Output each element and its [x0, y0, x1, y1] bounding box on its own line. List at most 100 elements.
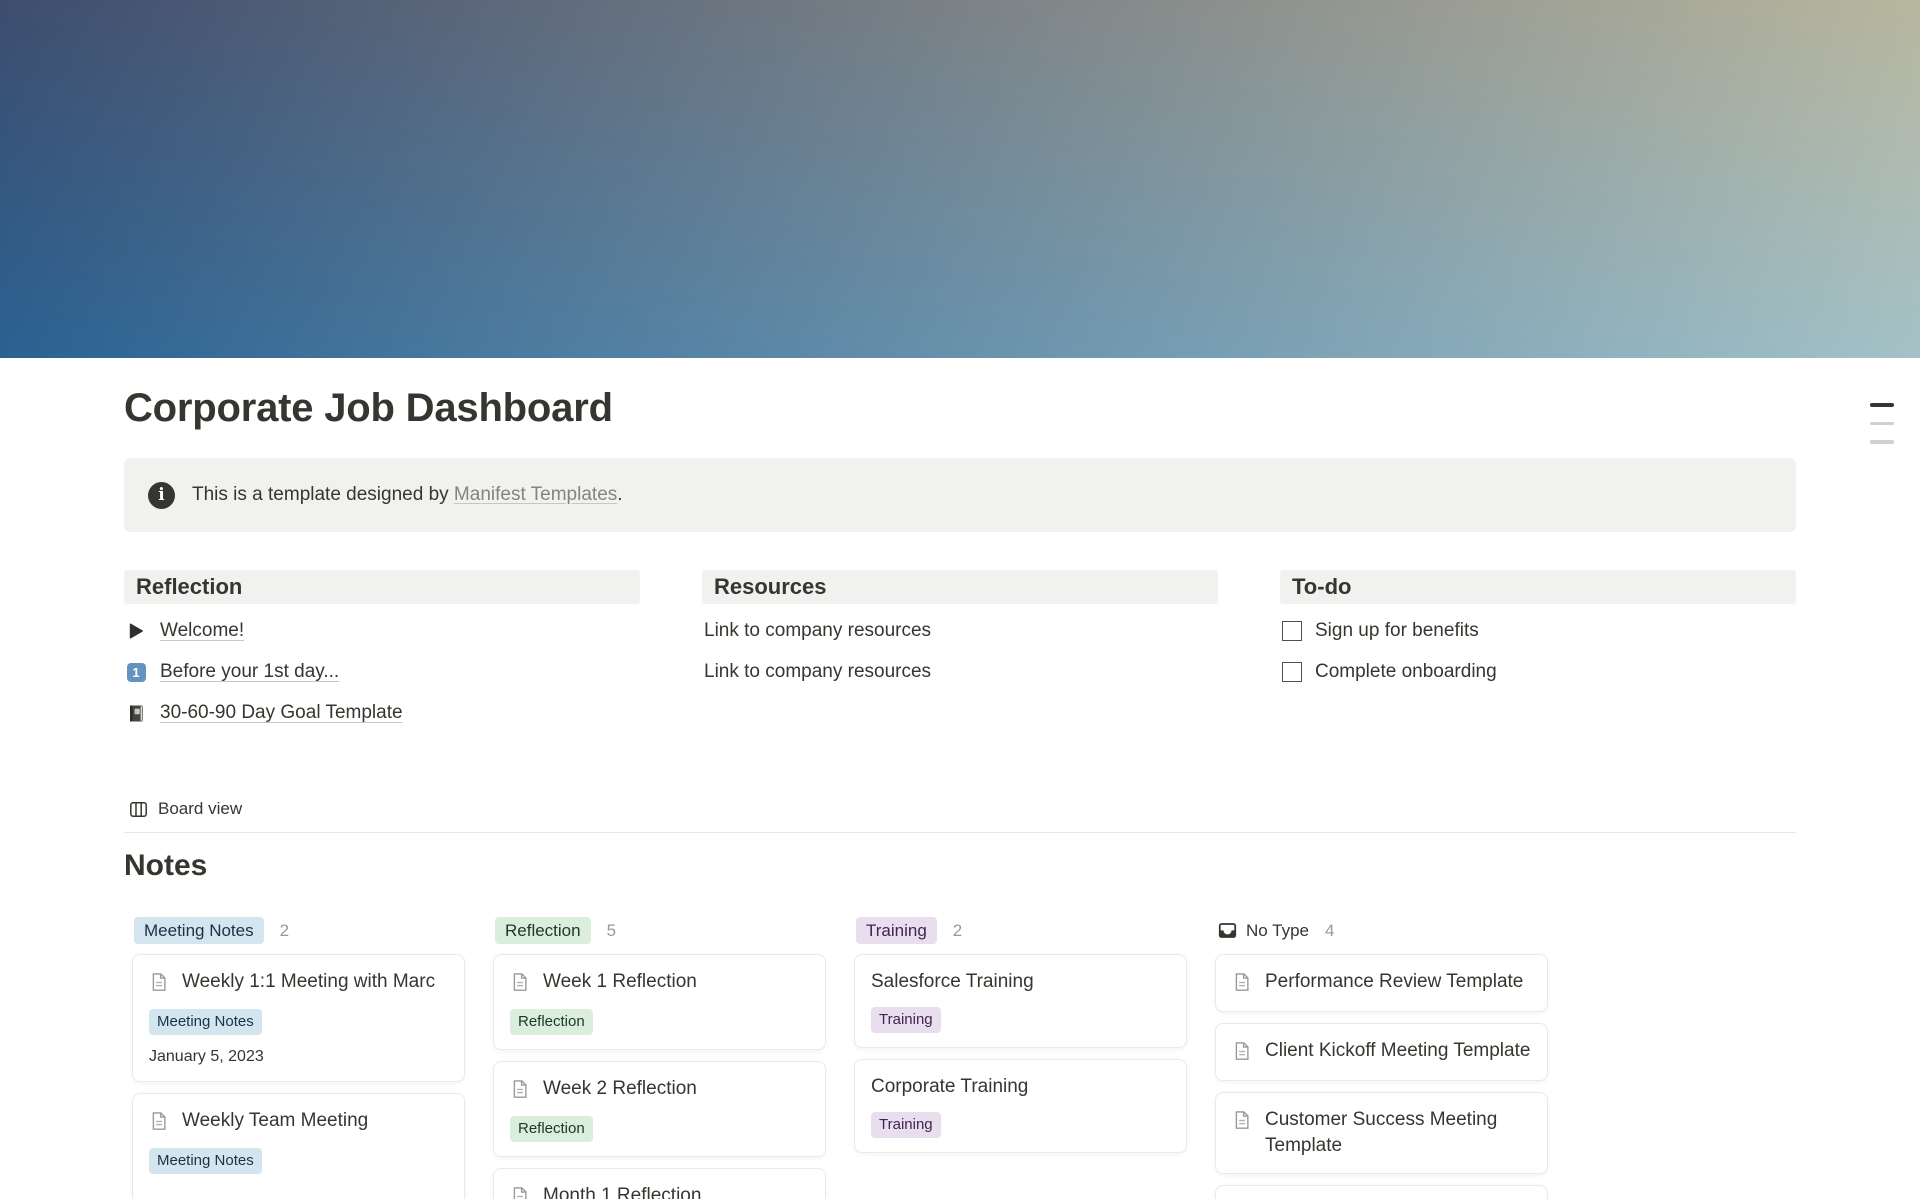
group-badge: Training: [856, 917, 937, 944]
card-tag: Training: [871, 1007, 941, 1033]
group-badge: Reflection: [495, 917, 591, 944]
group-header: No Type 4: [1215, 917, 1548, 944]
card-tag: Reflection: [510, 1116, 593, 1142]
callout-text-before: This is a template designed by: [192, 484, 454, 505]
info-icon: i: [148, 482, 175, 509]
group-reflection: Reflection 5 Week 1 Reflection Refl: [493, 917, 826, 1199]
card-title: Customer Success Meeting Template: [1265, 1107, 1531, 1159]
card-corporate-training[interactable]: Corporate Training Training: [854, 1059, 1187, 1153]
page-icon: [510, 972, 530, 997]
template-callout: i This is a template designed by Manifes…: [124, 458, 1796, 532]
page-link-row[interactable]: Welcome!: [126, 618, 640, 644]
toc-line[interactable]: [1870, 422, 1894, 426]
section-divider: [124, 832, 1796, 833]
checkbox-unchecked[interactable]: [1282, 621, 1302, 641]
card-tag: Meeting Notes: [149, 1148, 262, 1174]
table-of-contents[interactable]: [1870, 403, 1894, 444]
group-header: Training 2: [854, 917, 1187, 944]
notes-heading: Notes: [124, 847, 1796, 885]
card-stack: Salesforce Training Training Corporate T…: [854, 954, 1187, 1153]
group-count: 4: [1325, 921, 1334, 941]
group-badge: Meeting Notes: [134, 917, 264, 944]
card-title: Month 1 Reflection: [543, 1183, 701, 1199]
group-training: Training 2 Salesforce Training Training …: [854, 917, 1187, 1153]
page-icon: [510, 1186, 530, 1199]
group-meeting-notes: Meeting Notes 2 Weekly 1:1 Meeting with …: [132, 917, 465, 1199]
card-weekly-team-meeting[interactable]: Weekly Team Meeting Meeting Notes: [132, 1093, 465, 1199]
page-link[interactable]: Welcome!: [160, 620, 244, 642]
card-week-1-reflection[interactable]: Week 1 Reflection Reflection: [493, 954, 826, 1050]
card-stack: Week 1 Reflection Reflection Week 2 Refl…: [493, 954, 826, 1199]
card-salesforce-training[interactable]: Salesforce Training Training: [854, 954, 1187, 1048]
card-title: Performance Review Template: [1265, 969, 1523, 995]
group-header: Reflection 5: [493, 917, 826, 944]
resources-list: Link to company resources Link to compan…: [702, 618, 1218, 685]
reflection-heading: Reflection: [124, 570, 640, 604]
board-view-tab[interactable]: Board view: [124, 795, 246, 823]
todo-item: Sign up for benefits: [1282, 618, 1796, 644]
group-count: 5: [607, 921, 616, 941]
group-label-no-type: No Type: [1217, 921, 1309, 941]
group-no-type: No Type 4 Performance Review Template: [1215, 917, 1548, 1199]
card-date: January 5, 2023: [149, 1047, 448, 1067]
column-resources: Resources Link to company resources Link…: [702, 570, 1218, 741]
page-icon: [510, 1079, 530, 1104]
todo-label: Sign up for benefits: [1315, 620, 1479, 642]
page-icon: [149, 1111, 169, 1136]
card-client-kickoff-meeting-template[interactable]: Client Kickoff Meeting Template: [1215, 1023, 1548, 1081]
page-link-row[interactable]: 1 Before your 1st day...: [126, 659, 640, 685]
page-icon: [1232, 972, 1252, 997]
callout-text: This is a template designed by Manifest …: [192, 484, 623, 506]
page-icon: [1232, 1041, 1252, 1066]
card-title: Week 1 Reflection: [543, 969, 697, 995]
card-weekly-11-meeting[interactable]: Weekly 1:1 Meeting with Marc Meeting Not…: [132, 954, 465, 1082]
play-icon: [126, 621, 146, 641]
todo-label: Complete onboarding: [1315, 661, 1497, 683]
card-customer-success-meeting-template[interactable]: Customer Success Meeting Template: [1215, 1092, 1548, 1174]
manifest-templates-link[interactable]: Manifest Templates: [454, 484, 617, 505]
todo-heading: To-do: [1280, 570, 1796, 604]
page-link[interactable]: 30-60-90 Day Goal Template: [160, 702, 403, 724]
column-todo: To-do Sign up for benefits Complete onbo…: [1280, 570, 1796, 741]
resource-text: Link to company resources: [704, 618, 1218, 644]
page-content: Corporate Job Dashboard i This is a temp…: [124, 0, 1796, 1199]
one-keycap-icon: 1: [126, 662, 146, 682]
card-title: Salesforce Training: [871, 969, 1034, 995]
checkbox-unchecked[interactable]: [1282, 662, 1302, 682]
board-view-label[interactable]: Board view: [158, 799, 242, 819]
page-icon: [149, 972, 169, 997]
resources-heading: Resources: [702, 570, 1218, 604]
card-week-2-reflection[interactable]: Week 2 Reflection Reflection: [493, 1061, 826, 1157]
column-reflection: Reflection Welcome! 1 Before your 1st da…: [124, 570, 640, 741]
toc-line[interactable]: [1870, 403, 1894, 407]
group-header: Meeting Notes 2: [132, 917, 465, 944]
page-title: Corporate Job Dashboard: [124, 386, 1796, 430]
inbox-icon: [1217, 921, 1237, 941]
notebook-icon: [126, 703, 146, 723]
card-title: Week 2 Reflection: [543, 1076, 697, 1102]
todo-list: Sign up for benefits Complete onboarding: [1280, 618, 1796, 685]
card-stack: Weekly 1:1 Meeting with Marc Meeting Not…: [132, 954, 465, 1199]
group-count: 2: [953, 921, 962, 941]
group-count: 2: [280, 921, 289, 941]
page-icon: [1232, 1110, 1252, 1135]
callout-text-after: .: [617, 484, 622, 505]
card-title: Weekly Team Meeting: [182, 1108, 368, 1134]
toc-line[interactable]: [1870, 440, 1894, 444]
reflection-list: Welcome! 1 Before your 1st day...: [124, 618, 640, 726]
card-stack: Performance Review Template Client Kicko…: [1215, 954, 1548, 1199]
page-link[interactable]: Before your 1st day...: [160, 661, 339, 683]
card-tag: Training: [871, 1112, 941, 1138]
card-tag: Reflection: [510, 1009, 593, 1035]
group-label-text: No Type: [1246, 921, 1309, 941]
card-tag: Meeting Notes: [149, 1009, 262, 1035]
card-performance-review-template[interactable]: Performance Review Template: [1215, 954, 1548, 1012]
top-columns: Reflection Welcome! 1 Before your 1st da…: [124, 570, 1796, 741]
page-link-row[interactable]: 30-60-90 Day Goal Template: [126, 700, 640, 726]
card-title: Weekly 1:1 Meeting with Marc: [182, 969, 435, 995]
card-month-1-reflection[interactable]: Month 1 Reflection: [493, 1168, 826, 1199]
card-partially-visible[interactable]: [1215, 1185, 1548, 1199]
todo-item: Complete onboarding: [1282, 659, 1796, 685]
card-title: Client Kickoff Meeting Template: [1265, 1038, 1530, 1064]
card-title: Corporate Training: [871, 1074, 1028, 1100]
